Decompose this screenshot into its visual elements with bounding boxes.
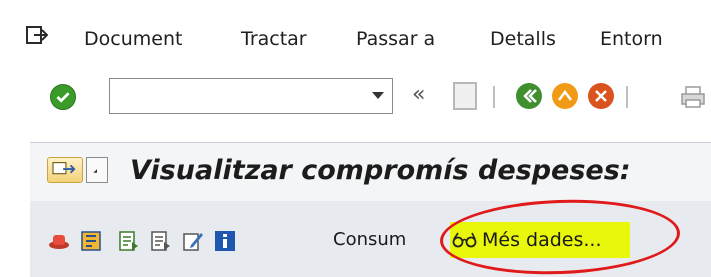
menu-tractar[interactable]: Tractar <box>241 28 307 50</box>
application-toolbar: Consum Més dades... <box>30 209 711 271</box>
screen-panel: Visualitzar compromís despeses: Consum M… <box>30 142 711 277</box>
menu-passar-a[interactable]: Passar a <box>356 28 435 50</box>
hat-icon[interactable] <box>48 230 70 252</box>
exit-icon[interactable] <box>552 83 578 109</box>
menu-detalls[interactable]: Detalls <box>490 28 556 50</box>
menu-entorn[interactable]: Entorn <box>600 28 663 50</box>
menu-document[interactable]: Document <box>84 28 182 50</box>
info-icon[interactable] <box>214 230 236 252</box>
glasses-icon <box>452 232 477 248</box>
document-flow-icon[interactable] <box>80 230 102 252</box>
menu-exit-icon[interactable] <box>26 26 48 44</box>
mes-dades-label: Més dades... <box>482 229 602 251</box>
mes-dades-button[interactable]: Més dades... <box>452 225 602 255</box>
list-green-icon[interactable] <box>118 230 140 252</box>
save-icon[interactable] <box>453 82 477 110</box>
toolbar-separator <box>626 86 628 108</box>
consum-button[interactable]: Consum <box>333 229 406 250</box>
double-left-icon[interactable]: « <box>412 82 425 107</box>
page-title: Visualitzar compromís despeses: <box>130 155 631 186</box>
print-icon[interactable] <box>680 84 706 110</box>
back-icon[interactable] <box>516 83 542 109</box>
list-grey-icon[interactable] <box>150 230 172 252</box>
edit-pencil-icon[interactable] <box>182 230 204 252</box>
standard-toolbar: « <box>0 70 711 124</box>
screen-menu-dropdown[interactable] <box>86 157 108 183</box>
screen-menu-icon[interactable] <box>47 157 83 183</box>
menu-bar: Document Tractar Passar a Detalls Entorn <box>0 0 711 70</box>
chevron-down-icon[interactable] <box>372 92 384 99</box>
cancel-icon[interactable] <box>588 83 614 109</box>
command-field[interactable] <box>109 78 393 114</box>
toolbar-separator <box>493 86 495 108</box>
confirm-check-icon[interactable] <box>50 84 76 110</box>
title-bar: Visualitzar compromís despeses: <box>30 143 711 201</box>
